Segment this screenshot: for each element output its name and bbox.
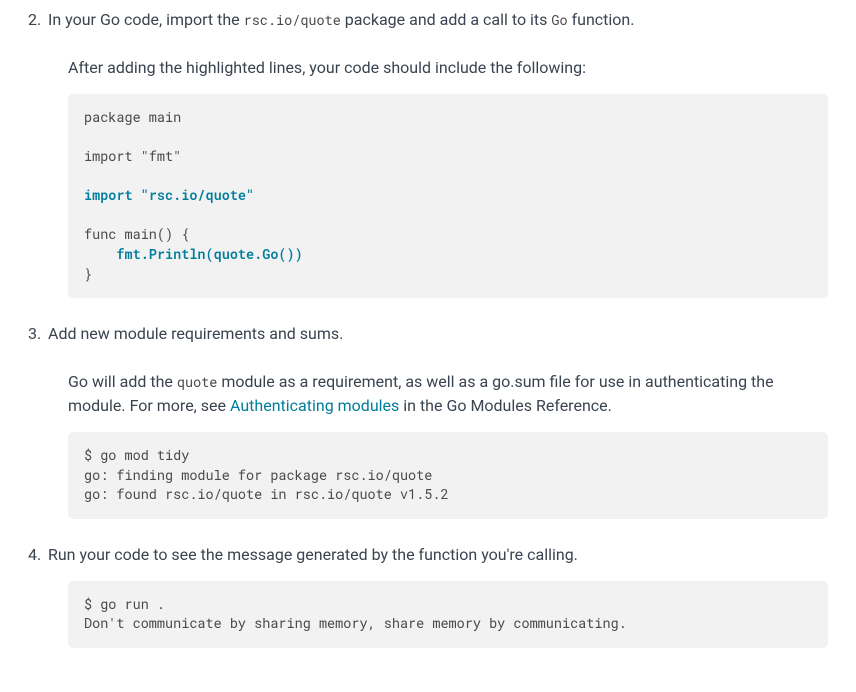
inline-code: quote — [177, 373, 218, 391]
code-block-run: $ go run . Don't communicate by sharing … — [68, 581, 828, 648]
step-2: In your Go code, import the rsc.io/quote… — [28, 8, 828, 298]
text: Go will add the — [68, 372, 177, 391]
code-block-go: package main import "fmt" import "rsc.io… — [68, 94, 828, 298]
step-2-intro: In your Go code, import the rsc.io/quote… — [48, 8, 828, 32]
inline-code: rsc.io/quote — [244, 11, 341, 29]
highlighted-line: fmt.Println(quote.Go()) — [116, 245, 302, 263]
text: in the Go Modules Reference. — [399, 396, 612, 415]
text: In your Go code, import the — [48, 10, 244, 29]
text: function. — [568, 10, 635, 29]
step-3-intro: Add new module requirements and sums. — [48, 322, 828, 346]
step-4-intro: Run your code to see the message generat… — [48, 543, 828, 567]
inline-code: Go — [551, 11, 567, 29]
highlighted-line: import "rsc.io/quote" — [84, 186, 254, 204]
step-4: Run your code to see the message generat… — [28, 543, 828, 648]
code-block-tidy: $ go mod tidy go: finding module for pac… — [68, 432, 828, 519]
tutorial-steps: In your Go code, import the rsc.io/quote… — [28, 8, 828, 648]
step-3-sub: Go will add the quote module as a requir… — [68, 370, 828, 418]
step-3: Add new module requirements and sums. Go… — [28, 322, 828, 519]
step-2-sub: After adding the highlighted lines, your… — [68, 56, 828, 80]
authenticating-modules-link[interactable]: Authenticating modules — [230, 396, 399, 415]
text: package and add a call to its — [341, 10, 552, 29]
